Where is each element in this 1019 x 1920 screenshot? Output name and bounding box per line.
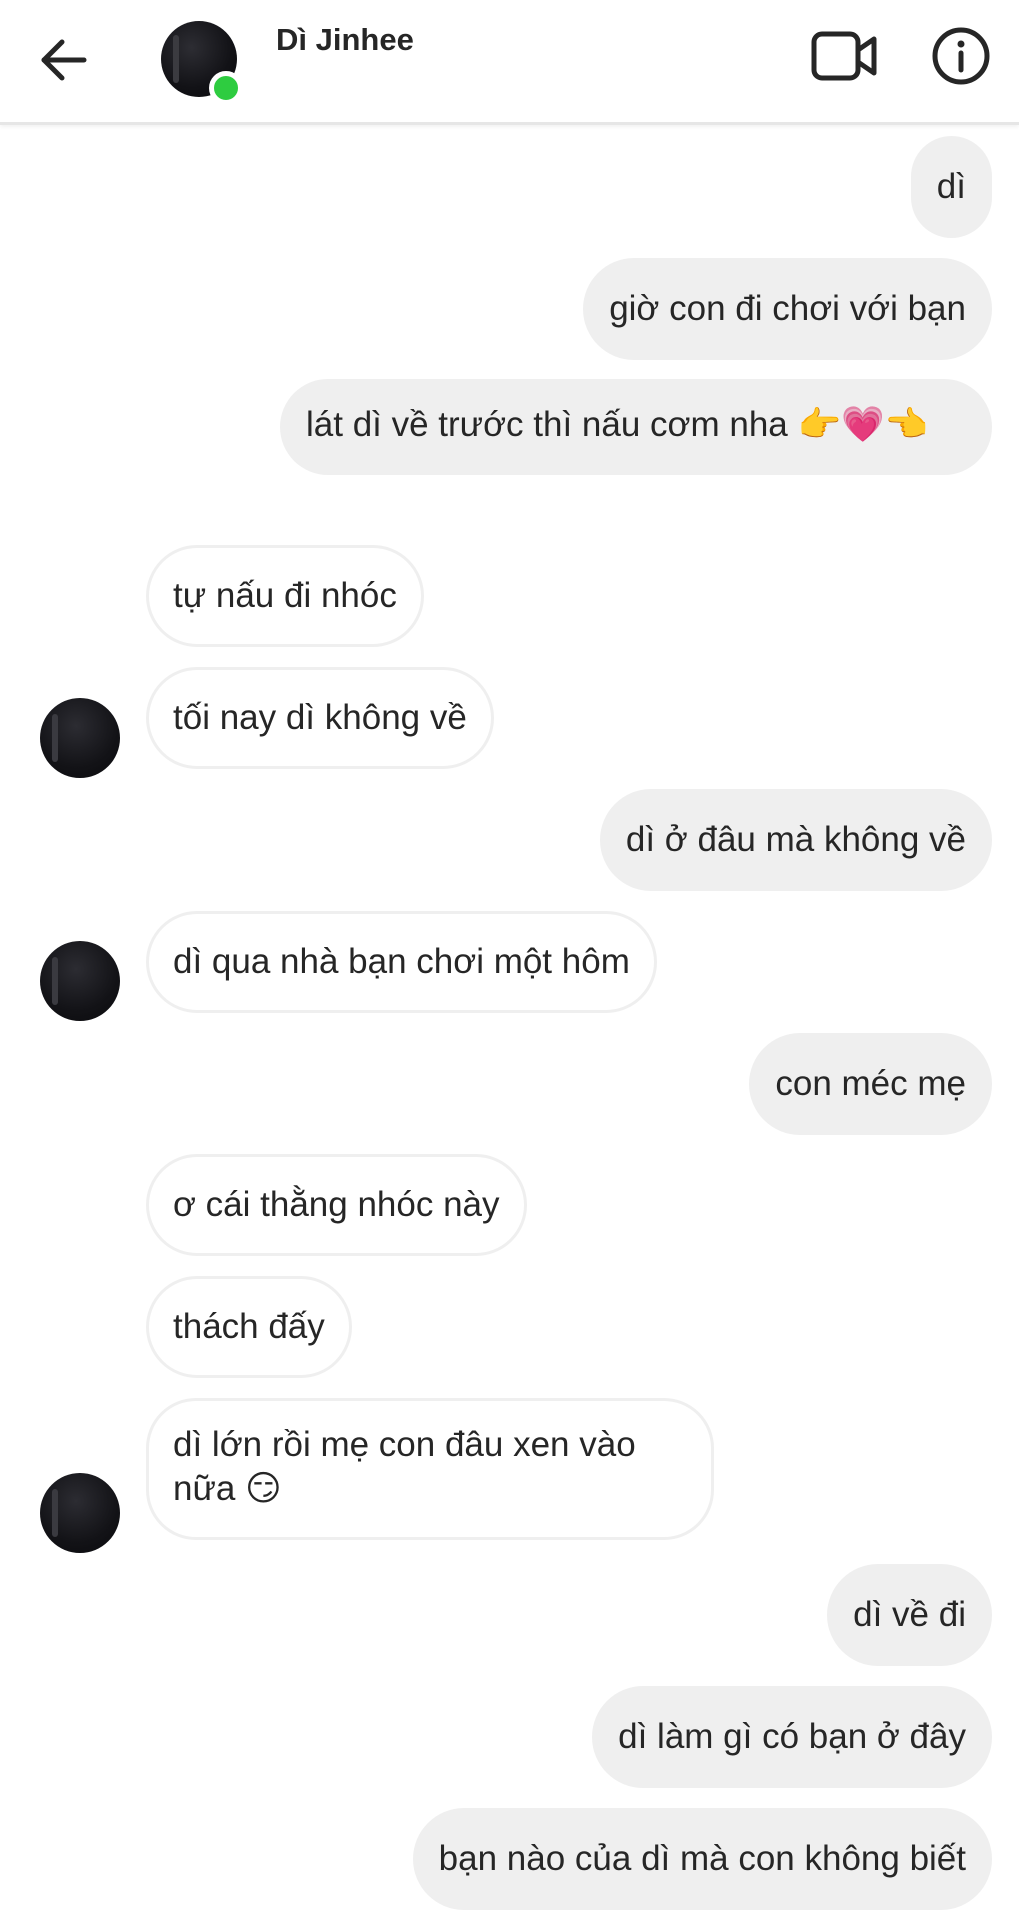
- message-bubble-incoming[interactable]: thách đấy: [146, 1276, 352, 1378]
- info-icon: [932, 27, 990, 85]
- contact-name[interactable]: Dì Jinhee: [276, 22, 414, 58]
- video-call-icon: [811, 31, 877, 81]
- message-bubble-outgoing[interactable]: dì: [910, 136, 992, 238]
- contact-avatar-small[interactable]: [40, 941, 120, 1021]
- back-button[interactable]: [34, 30, 94, 90]
- video-call-button[interactable]: [810, 26, 880, 86]
- arrow-left-icon: [41, 39, 87, 81]
- message-bubble-incoming[interactable]: dì lớn rồi mẹ con đâu xen vào nữa 😏: [146, 1398, 714, 1540]
- message-bubble-outgoing[interactable]: dì ở đâu mà không về: [599, 789, 992, 891]
- contact-avatar-small[interactable]: [40, 698, 120, 778]
- message-bubble-outgoing[interactable]: dì làm gì có bạn ở đây: [592, 1686, 992, 1788]
- message-bubble-outgoing[interactable]: giờ con đi chơi với bạn: [583, 258, 992, 360]
- message-bubble-incoming[interactable]: ơ cái thằng nhóc này: [146, 1154, 527, 1256]
- message-bubble-incoming[interactable]: tự nấu đi nhóc: [146, 545, 424, 647]
- message-bubble-outgoing[interactable]: lát dì về trước thì nấu cơm nha 👉💗👈: [280, 379, 992, 475]
- message-bubble-outgoing[interactable]: bạn nào của dì mà con không biết: [412, 1808, 992, 1910]
- message-bubble-outgoing[interactable]: con méc mẹ: [749, 1033, 992, 1135]
- message-bubble-incoming[interactable]: tối nay dì không về: [146, 667, 494, 769]
- chat-header: Dì Jinhee: [0, 0, 1019, 125]
- contact-avatar-small[interactable]: [40, 1473, 120, 1553]
- message-bubble-incoming[interactable]: dì qua nhà bạn chơi một hôm: [146, 911, 657, 1013]
- message-bubble-outgoing[interactable]: dì về đi: [827, 1564, 992, 1666]
- online-status-dot: [209, 71, 243, 105]
- info-button[interactable]: [930, 25, 992, 87]
